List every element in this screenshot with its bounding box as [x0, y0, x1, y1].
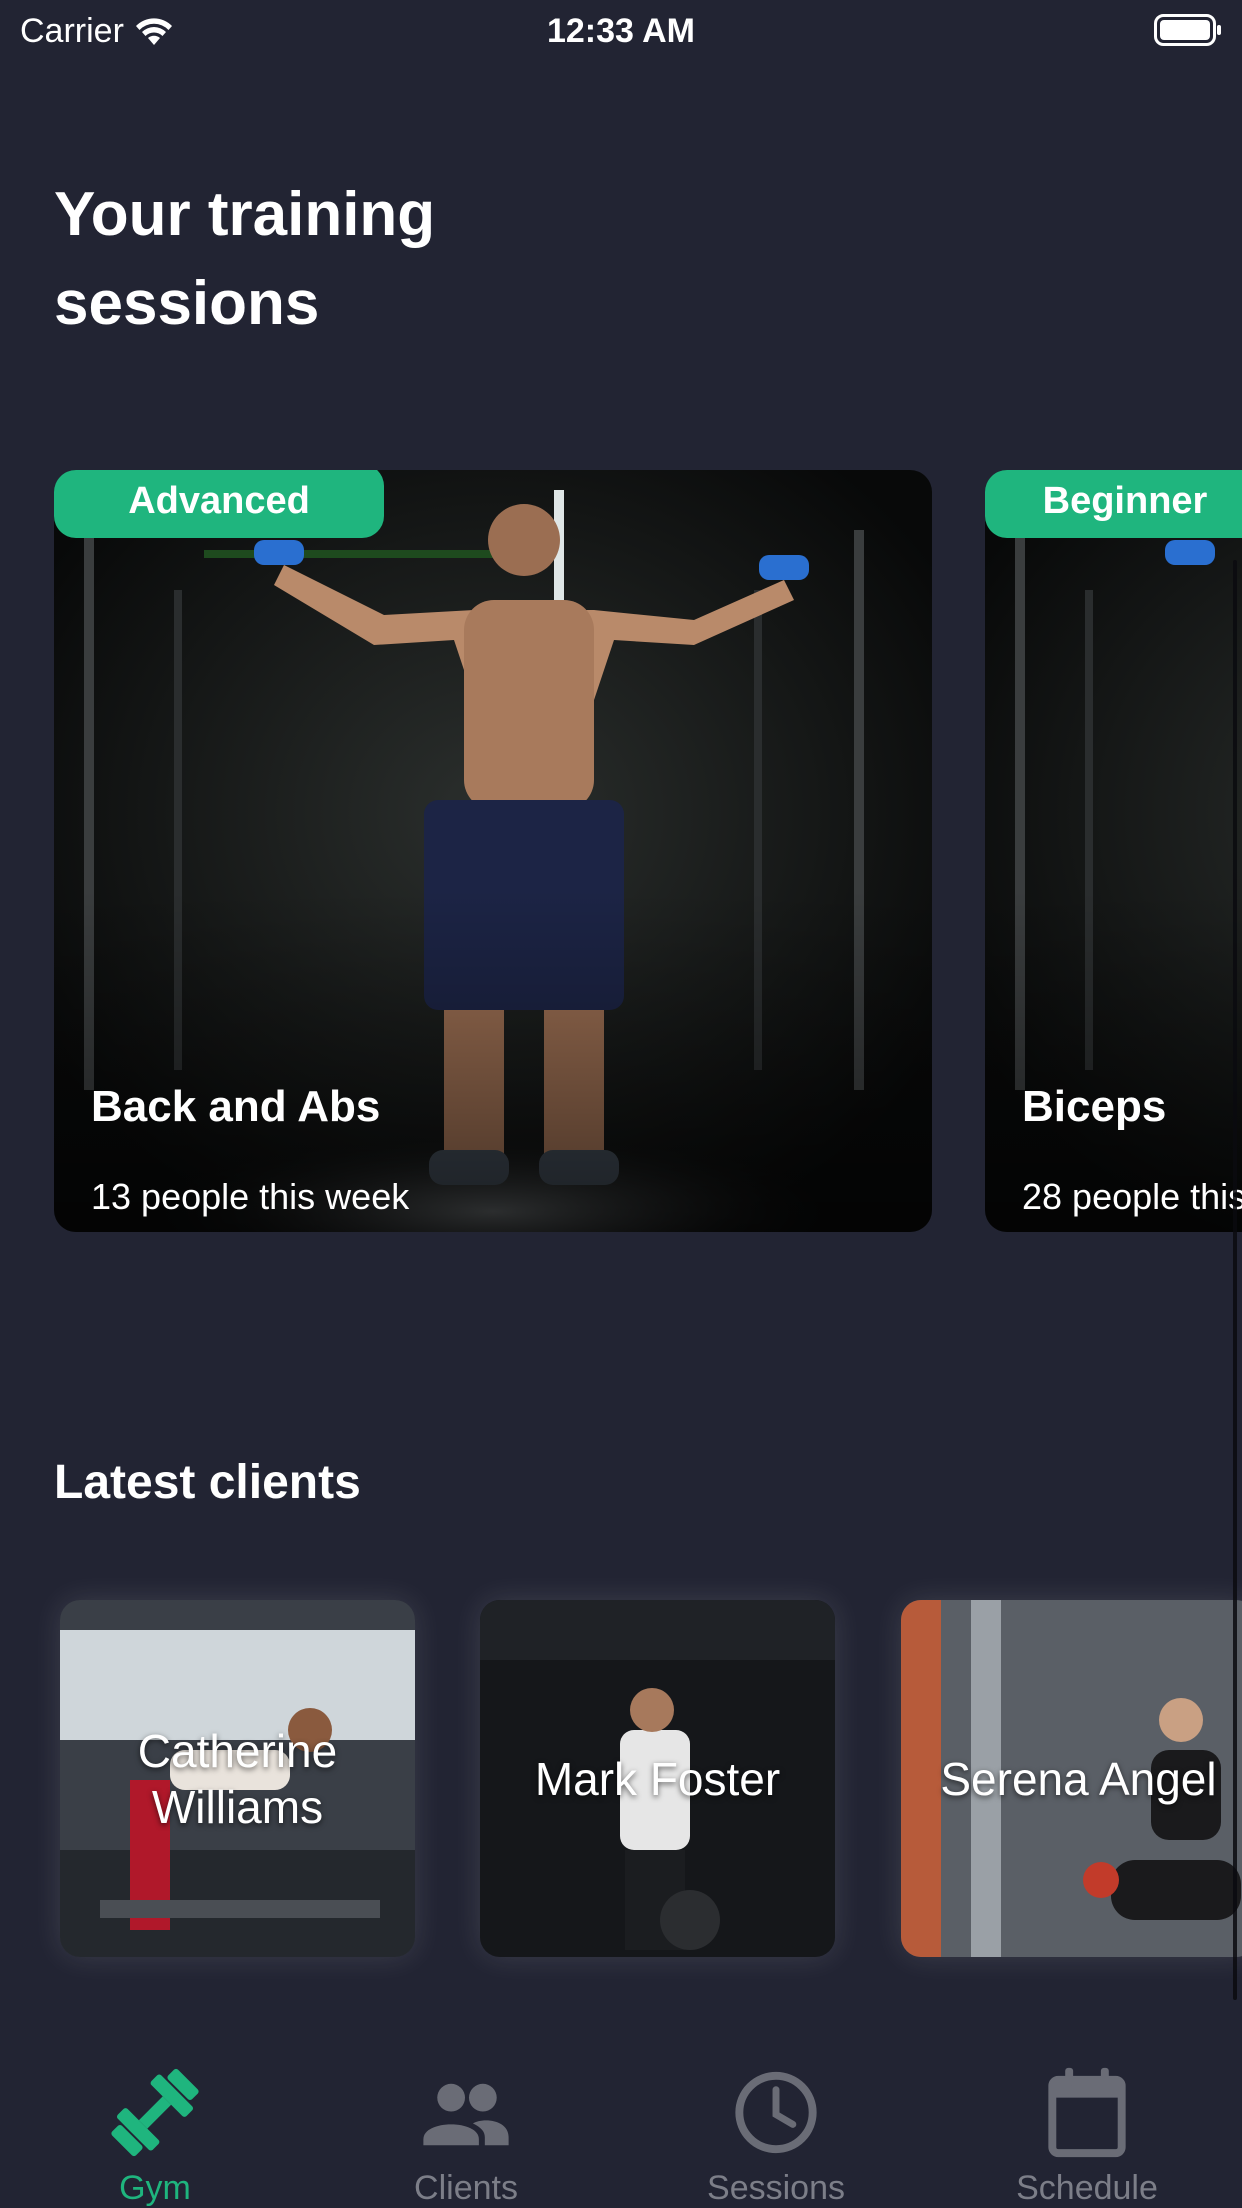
level-badge: Beginner — [985, 470, 1242, 538]
session-card-biceps[interactable]: Beginner Biceps 28 people this week — [985, 470, 1242, 1232]
clock-icon — [735, 2071, 817, 2154]
client-name: Serena Angel — [940, 1752, 1217, 1805]
session-attendance: 13 people this week — [91, 1176, 410, 1217]
app-screen: Carrier 12:33 AM Your training sessions — [0, 0, 1242, 2208]
people-icon — [423, 2083, 509, 2146]
client-name: Catherine Williams — [137, 1724, 338, 1833]
tab-gym[interactable]: Gym — [0, 2020, 310, 2208]
client-card-mark-foster[interactable]: Mark Foster — [480, 1600, 835, 1957]
page-title: Your training sessions — [54, 180, 436, 338]
tab-label: Schedule — [1016, 2169, 1158, 2207]
tab-bar: Gym Clients Sessions Schedule — [0, 2020, 1242, 2208]
tab-schedule[interactable]: Schedule — [932, 2020, 1242, 2208]
tab-label: Clients — [414, 2169, 518, 2207]
client-card-serena-angel[interactable]: Serena Angel — [901, 1600, 1242, 1957]
session-card-back-and-abs[interactable]: Advanced Back and Abs 13 people this wee… — [54, 470, 932, 1232]
session-attendance: 28 people this week — [1022, 1176, 1242, 1217]
client-name: Mark Foster — [534, 1752, 781, 1805]
tab-label: Sessions — [707, 2169, 845, 2207]
status-bar: Carrier 12:33 AM — [0, 0, 1242, 62]
tab-clients[interactable]: Clients — [311, 2020, 621, 2208]
level-badge: Advanced — [54, 470, 384, 538]
client-card-catherine-williams[interactable]: Catherine Williams — [60, 1600, 415, 1957]
tab-sessions[interactable]: Sessions — [621, 2020, 931, 2208]
horizontal-scroll-indicator — [1233, 560, 1237, 2000]
battery-icon — [1154, 14, 1221, 46]
session-title: Back and Abs — [91, 1082, 381, 1131]
latest-clients-heading: Latest clients — [54, 1456, 361, 1509]
session-title: Biceps — [1022, 1082, 1167, 1131]
clock-time: 12:33 AM — [546, 12, 696, 50]
dumbbell-icon — [111, 2068, 199, 2157]
calendar-icon — [1048, 2067, 1126, 2158]
tab-label: Gym — [119, 2169, 191, 2207]
